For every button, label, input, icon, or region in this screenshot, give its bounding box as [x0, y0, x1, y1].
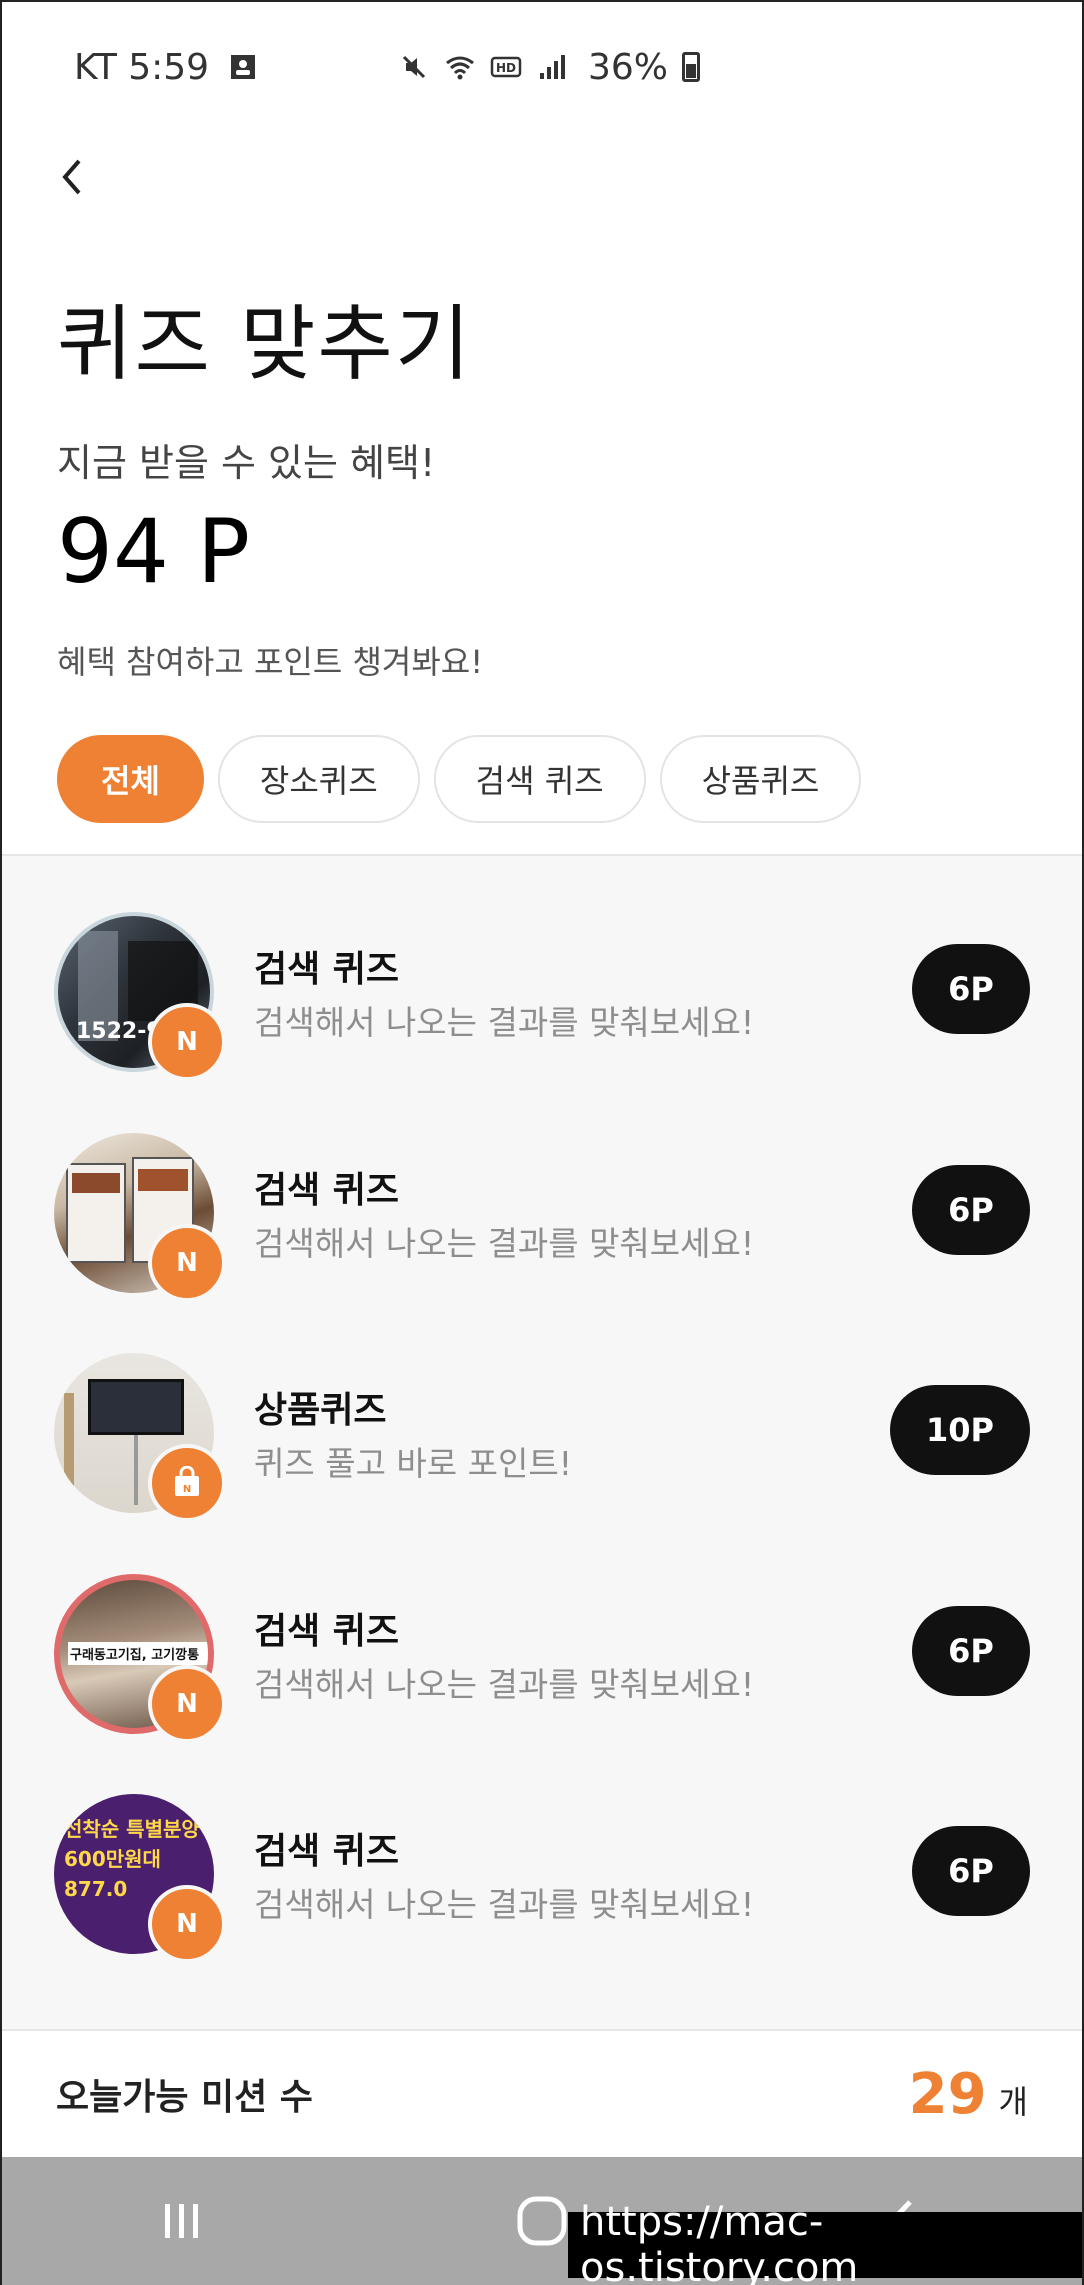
back-button[interactable] — [42, 147, 102, 207]
quiz-description: 퀴즈 풀고 바로 포인트! — [254, 1444, 572, 1483]
filter-search-quiz[interactable]: 검색 퀴즈 — [433, 735, 646, 823]
recent-apps-icon — [165, 2204, 198, 2238]
quiz-points-button[interactable]: 6P — [912, 944, 1030, 1034]
missions-label: 오늘가능 미션 수 — [56, 2077, 313, 2118]
chevron-left-icon — [62, 159, 81, 195]
quiz-title: 검색 퀴즈 — [254, 1611, 400, 1652]
thumbnail-text: 구래동고기집, 고기깡통 — [68, 1642, 208, 1665]
quiz-item[interactable]: 구래동고기집, 고기깡통 N 검색 퀴즈 검색해서 나오는 결과를 맞춰보세요!… — [2, 1574, 1082, 1774]
contact-card-icon — [231, 55, 256, 79]
quiz-description: 검색해서 나오는 결과를 맞춰보세요! — [254, 1003, 755, 1042]
missions-bar: 오늘가능 미션 수 29 개 — [2, 2029, 1082, 2157]
quiz-points-button[interactable]: 6P — [912, 1606, 1030, 1696]
quiz-description: 검색해서 나오는 결과를 맞춰보세요! — [254, 1885, 755, 1924]
battery-icon — [682, 52, 700, 82]
quiz-item[interactable]: N 검색 퀴즈 검색해서 나오는 결과를 맞춰보세요! 6P — [2, 1133, 1082, 1333]
quiz-points-button[interactable]: 6P — [912, 1826, 1030, 1916]
page-title: 퀴즈 맞추기 — [57, 297, 473, 392]
wifi-icon — [446, 56, 474, 80]
quiz-title: 상품퀴즈 — [254, 1390, 387, 1431]
recent-apps-button[interactable] — [132, 2171, 232, 2271]
filter-all[interactable]: 전체 — [57, 735, 204, 823]
naver-badge-icon: N — [148, 1003, 226, 1081]
quiz-description: 검색해서 나오는 결과를 맞춰보세요! — [254, 1665, 755, 1704]
status-bar: KT 5:59 HD 36% — [2, 2, 1082, 132]
naver-badge-icon: N — [148, 1885, 226, 1963]
filter-chips: 전체 장소퀴즈 검색 퀴즈 상품퀴즈 — [57, 735, 862, 823]
missions-count-unit: 개 — [998, 2082, 1028, 2121]
quiz-list: 1522-9 N 검색 퀴즈 검색해서 나오는 결과를 맞춰보세요! 6P N … — [2, 854, 1082, 2029]
shopping-bag-icon: N — [148, 1444, 226, 1522]
quiz-description: 검색해서 나오는 결과를 맞춰보세요! — [254, 1224, 755, 1263]
carrier-time: KT 5:59 — [74, 46, 210, 88]
svg-text:HD: HD — [496, 61, 516, 75]
battery-percent: 36% — [587, 46, 668, 88]
quiz-item[interactable]: 선착순 특별분양 600만원대 877.0 N 검색 퀴즈 검색해서 나오는 결… — [2, 1794, 1082, 1994]
quiz-title: 검색 퀴즈 — [254, 949, 400, 990]
filter-place-quiz[interactable]: 장소퀴즈 — [217, 735, 420, 823]
quiz-title: 검색 퀴즈 — [254, 1170, 400, 1211]
mute-icon — [402, 55, 426, 79]
quiz-title: 검색 퀴즈 — [254, 1831, 400, 1872]
hd-voice-icon: HD — [490, 56, 522, 78]
hint-text: 혜택 참여하고 포인트 챙겨봐요! — [57, 643, 484, 681]
quiz-points-button[interactable]: 10P — [890, 1385, 1030, 1475]
signal-icon — [539, 55, 565, 79]
quiz-item[interactable]: 1522-9 N 검색 퀴즈 검색해서 나오는 결과를 맞춰보세요! 6P — [2, 912, 1082, 1112]
naver-badge-icon: N — [148, 1665, 226, 1743]
naver-badge-icon: N — [148, 1224, 226, 1302]
missions-count-number: 29 — [908, 2061, 987, 2127]
watermark: https://mac-os.tistory.com — [568, 2199, 1082, 2285]
points-total: 94 P — [57, 500, 251, 603]
filter-product-quiz[interactable]: 상품퀴즈 — [659, 735, 862, 823]
quiz-points-button[interactable]: 6P — [912, 1165, 1030, 1255]
benefit-label: 지금 받을 수 있는 혜택! — [57, 441, 436, 485]
quiz-item[interactable]: N 상품퀴즈 퀴즈 풀고 바로 포인트! 10P — [2, 1353, 1082, 1553]
svg-text:N: N — [183, 1484, 191, 1495]
home-icon — [517, 2196, 567, 2246]
missions-count: 29 개 — [909, 2062, 1028, 2127]
